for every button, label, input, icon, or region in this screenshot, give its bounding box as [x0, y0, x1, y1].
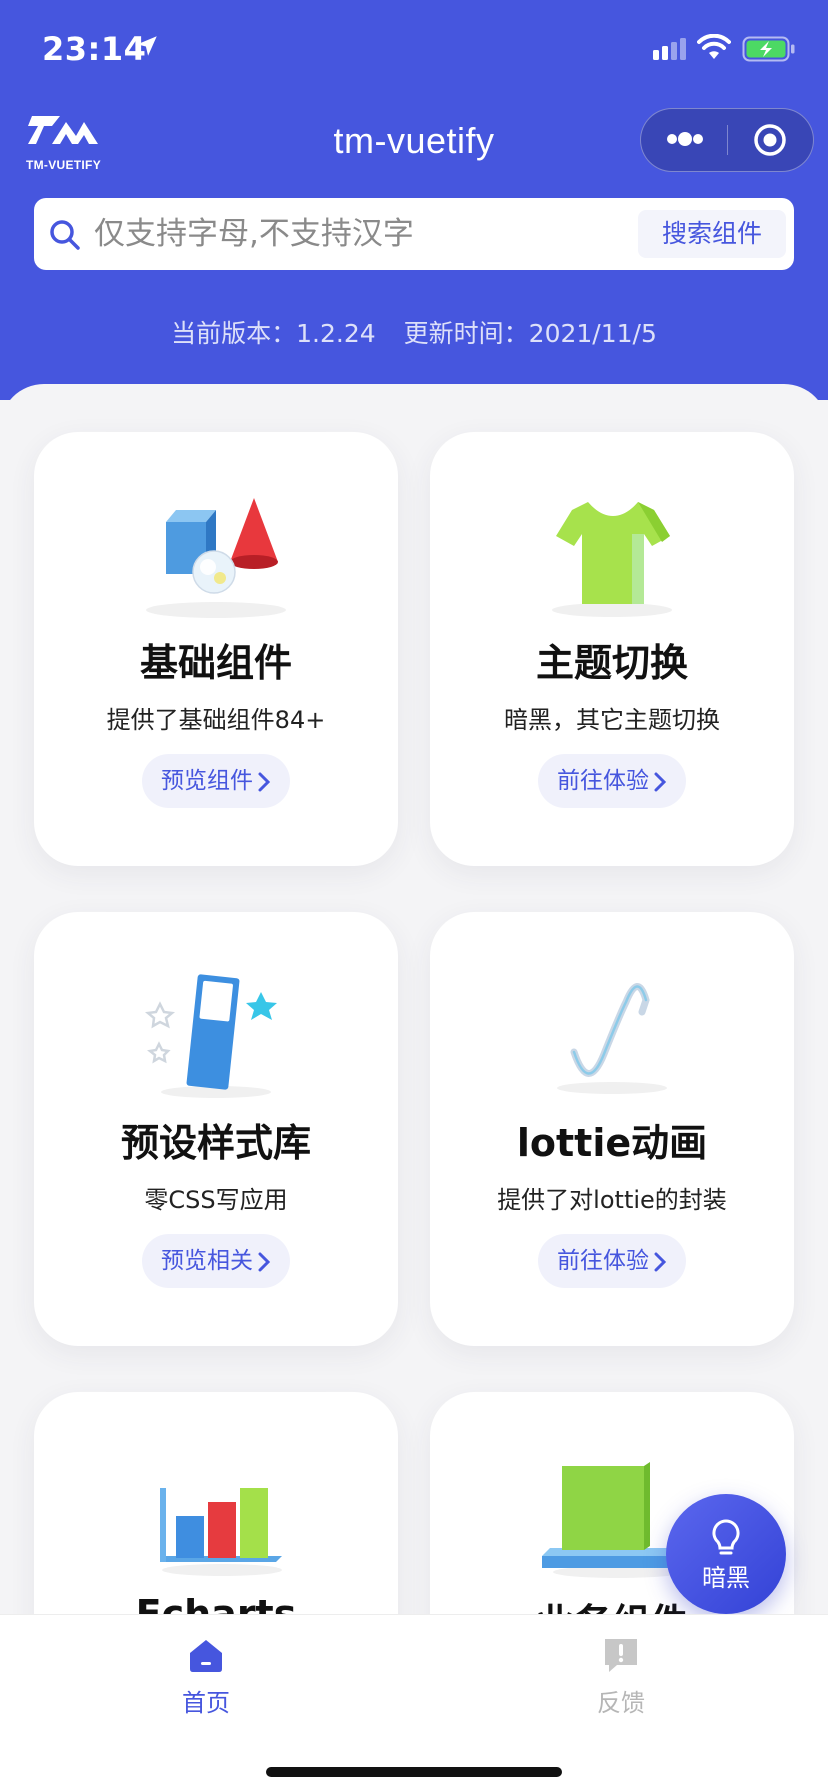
close-circle-icon [754, 124, 786, 156]
button-label: 前往体验 [557, 768, 649, 794]
style-panel-icon [144, 974, 277, 1098]
home-indicator [266, 1767, 562, 1777]
search-input[interactable] [94, 198, 654, 270]
location-arrow-icon [137, 36, 157, 56]
battery-charging-icon [742, 36, 795, 62]
card-description: 零CSS写应用 [144, 1186, 288, 1214]
bar-chart-icon [160, 1488, 282, 1576]
card-theme-switch[interactable]: 主题切换 暗黑，其它主题切换 前往体验 [430, 432, 794, 866]
card-style-library[interactable]: 预设样式库 零CSS写应用 预览相关 [34, 912, 398, 1346]
logo-text: TM-VUETIFY [26, 158, 101, 172]
tab-home[interactable]: 首页 [136, 1635, 276, 1735]
feature-grid: 基础组件 提供了基础组件84+ 预览组件 主题切换 暗黑，其它主题切换 前往体验… [0, 384, 828, 1614]
navigation-bar: TM-VUETIFY tm-vuetify [0, 100, 828, 188]
tshirt-icon [552, 502, 672, 617]
card-title: 主题切换 [535, 641, 688, 685]
app-logo: TM-VUETIFY [26, 110, 122, 180]
current-version: 当前版本：1.2.24 [171, 319, 376, 348]
button-label: 预览相关 [161, 1248, 253, 1274]
mini-program-capsule [640, 108, 814, 172]
card-echarts[interactable]: Echarts [34, 1392, 398, 1614]
card-basic-components[interactable]: 基础组件 提供了基础组件84+ 预览组件 [34, 432, 398, 866]
dark-mode-button[interactable]: 暗黑 [666, 1494, 786, 1614]
status-time: 23:14 [42, 30, 147, 68]
card-description: 提供了对lottie的封装 [497, 1186, 727, 1214]
wave-curve-icon [557, 983, 667, 1094]
tm-logo-icon [28, 116, 98, 144]
tab-label: 首页 [182, 1689, 230, 1717]
more-button[interactable] [641, 109, 727, 170]
card-title: 预设样式库 [120, 1121, 311, 1165]
card-description: 暗黑，其它主题切换 [504, 706, 720, 734]
preview-styles-button[interactable]: 预览相关 [142, 1234, 290, 1288]
page-title: tm-vuetify [333, 120, 495, 161]
button-label: 前往体验 [557, 1248, 649, 1274]
more-dots-icon [667, 132, 703, 146]
button-label: 预览组件 [161, 768, 253, 794]
close-button[interactable] [728, 109, 812, 170]
card-title: lottie动画 [516, 1121, 708, 1165]
try-lottie-button[interactable]: 前往体验 [538, 1234, 686, 1288]
tab-bar: 首页 反馈 [0, 1614, 828, 1792]
shapes-icon [146, 498, 286, 618]
card-lottie[interactable]: lottie动画 提供了对lottie的封装 前往体验 [430, 912, 794, 1346]
chevron-right-icon [258, 1252, 271, 1271]
dark-mode-label: 暗黑 [702, 1564, 750, 1592]
card-title: Echarts [135, 1592, 297, 1614]
feedback-icon [605, 1639, 637, 1672]
tab-label: 反馈 [597, 1689, 645, 1717]
chevron-right-icon [654, 1252, 667, 1271]
version-info: 当前版本：1.2.24 更新时间：2021/11/5 [0, 314, 828, 350]
search-button[interactable]: 搜索组件 [638, 210, 786, 258]
search-bar: 搜索组件 [34, 198, 794, 270]
status-bar: 23:14 [0, 0, 828, 100]
chevron-right-icon [654, 772, 667, 791]
lightbulb-icon [712, 1519, 740, 1555]
header-background: 23:14 TM-VUETIFY tm-vuetify 仅支持字母,不支持汉字 … [0, 0, 828, 400]
chevron-right-icon [258, 772, 271, 791]
signal-icon [653, 38, 686, 60]
home-icon [190, 1640, 222, 1672]
search-icon [50, 220, 80, 250]
card-title: 基础组件 [139, 641, 292, 685]
wifi-icon [697, 34, 731, 59]
card-description: 提供了基础组件84+ [106, 706, 326, 734]
tab-feedback[interactable]: 反馈 [551, 1635, 691, 1735]
try-theme-button[interactable]: 前往体验 [538, 754, 686, 808]
update-time: 更新时间：2021/11/5 [403, 319, 657, 348]
preview-components-button[interactable]: 预览组件 [142, 754, 290, 808]
